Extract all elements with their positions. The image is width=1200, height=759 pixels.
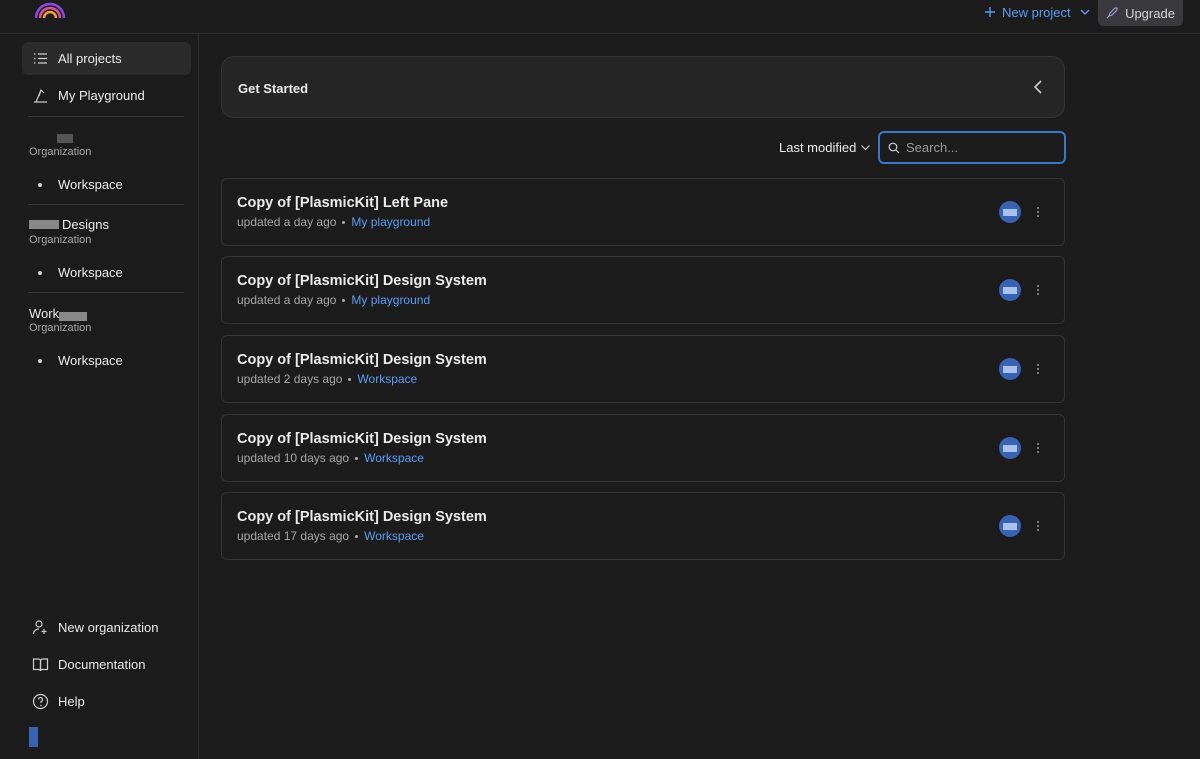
project-meta: updated a day ago My playground xyxy=(237,215,430,229)
avatar xyxy=(999,201,1021,223)
sidebar-item-label: New organization xyxy=(58,620,159,635)
project-meta: updated 2 days ago Workspace xyxy=(237,372,417,386)
avatar xyxy=(999,437,1021,459)
add-user-icon xyxy=(32,620,47,635)
project-meta: updated 17 days ago Workspace xyxy=(237,529,424,543)
org-name[interactable]: Designs xyxy=(29,217,109,232)
get-started-title: Get Started xyxy=(238,81,309,96)
separator-dot xyxy=(342,298,346,302)
list-icon xyxy=(34,53,47,64)
project-card[interactable]: Copy of [PlasmicKit] Design System updat… xyxy=(221,256,1065,324)
more-options-icon[interactable] xyxy=(1034,440,1042,456)
project-name[interactable]: Copy of [PlasmicKit] Left Pane xyxy=(237,195,448,211)
bullet-icon xyxy=(38,358,42,363)
chevron-down-icon xyxy=(861,145,871,151)
redacted-block xyxy=(59,312,88,321)
project-name[interactable]: Copy of [PlasmicKit] Design System xyxy=(237,431,487,447)
new-project-label: New project xyxy=(1002,4,1071,20)
workspace-label: Workspace xyxy=(58,265,123,280)
separator-dot xyxy=(355,534,359,538)
book-icon xyxy=(32,658,49,672)
get-started-panel[interactable]: Get Started xyxy=(221,56,1065,118)
sidebar-item-all-projects[interactable]: All projects xyxy=(22,42,191,75)
avatar xyxy=(999,279,1021,301)
project-meta: updated 10 days ago Workspace xyxy=(237,451,424,465)
project-name[interactable]: Copy of [PlasmicKit] Design System xyxy=(237,509,487,525)
bullet-icon xyxy=(38,182,42,187)
project-card[interactable]: Copy of [PlasmicKit] Design System updat… xyxy=(221,414,1065,482)
project-card[interactable]: Copy of [PlasmicKit] Left Pane updated a… xyxy=(221,178,1065,246)
project-location-link[interactable]: Workspace xyxy=(364,529,424,543)
sort-dropdown[interactable]: Last modified xyxy=(779,140,871,155)
sidebar-item-label: Help xyxy=(58,694,85,709)
new-project-button[interactable]: New project xyxy=(984,3,1091,21)
project-card[interactable]: Copy of [PlasmicKit] Design System updat… xyxy=(221,335,1065,403)
sidebar-divider xyxy=(28,292,184,293)
separator-dot xyxy=(355,456,359,460)
user-avatar[interactable] xyxy=(29,727,38,747)
updated-time: updated 2 days ago xyxy=(237,372,343,386)
org-name[interactable] xyxy=(29,134,73,143)
org-type-label: Organization xyxy=(29,234,92,246)
bullet-icon xyxy=(38,270,42,275)
project-card[interactable]: Copy of [PlasmicKit] Design System updat… xyxy=(221,492,1065,560)
project-location-link[interactable]: My playground xyxy=(351,215,430,229)
redacted-block xyxy=(57,134,73,143)
chevron-down-icon xyxy=(1080,9,1090,15)
more-options-icon[interactable] xyxy=(1034,518,1042,534)
sidebar-item-my-playground[interactable]: My Playground xyxy=(22,79,191,112)
org-type-label: Organization xyxy=(29,146,92,158)
avatar xyxy=(999,515,1021,537)
rocket-icon xyxy=(1106,7,1118,19)
updated-time: updated a day ago xyxy=(237,293,337,307)
project-location-link[interactable]: Workspace xyxy=(357,372,417,386)
search-icon xyxy=(888,142,900,153)
sidebar-item-label: Documentation xyxy=(58,657,146,672)
separator-dot xyxy=(348,377,352,381)
project-name[interactable]: Copy of [PlasmicKit] Design System xyxy=(237,273,487,289)
sort-label: Last modified xyxy=(779,140,857,155)
updated-time: updated a day ago xyxy=(237,215,337,229)
workspace-label: Workspace xyxy=(58,353,123,368)
sidebar-item-help[interactable]: Help xyxy=(22,685,191,718)
top-bar: New project Upgrade xyxy=(0,0,1200,34)
sidebar: All projects My Playground Organization … xyxy=(0,34,199,759)
sidebar-item-workspace[interactable]: Workspace xyxy=(38,353,123,368)
org-type-label: Organization xyxy=(29,322,92,334)
search-input[interactable] xyxy=(906,140,1056,155)
more-options-icon[interactable] xyxy=(1034,361,1042,377)
plus-icon xyxy=(985,7,995,17)
sidebar-item-workspace[interactable]: Workspace xyxy=(38,265,123,280)
sidebar-item-documentation[interactable]: Documentation xyxy=(22,648,191,681)
updated-time: updated 17 days ago xyxy=(237,529,350,543)
sidebar-item-label: My Playground xyxy=(58,88,145,103)
search-box[interactable] xyxy=(878,131,1066,164)
org-name[interactable]: Work xyxy=(29,306,88,321)
chevron-left-icon[interactable] xyxy=(1032,79,1044,95)
more-options-icon[interactable] xyxy=(1034,282,1042,298)
workspace-label: Workspace xyxy=(58,177,123,192)
playground-icon xyxy=(34,88,47,103)
sidebar-item-workspace[interactable]: Workspace xyxy=(38,177,123,192)
upgrade-button[interactable]: Upgrade xyxy=(1098,0,1183,26)
project-meta: updated a day ago My playground xyxy=(237,293,430,307)
sidebar-divider xyxy=(28,116,184,117)
avatar xyxy=(999,358,1021,380)
sidebar-item-label: All projects xyxy=(58,51,122,66)
project-name[interactable]: Copy of [PlasmicKit] Design System xyxy=(237,352,487,368)
redacted-block xyxy=(29,220,59,229)
project-location-link[interactable]: My playground xyxy=(351,293,430,307)
updated-time: updated 10 days ago xyxy=(237,451,350,465)
help-icon xyxy=(32,693,49,710)
upgrade-label: Upgrade xyxy=(1125,5,1175,21)
sidebar-item-new-organization[interactable]: New organization xyxy=(22,611,191,644)
more-options-icon[interactable] xyxy=(1034,204,1042,220)
main-content: Get Started Last modified Copy of [Plasm… xyxy=(200,34,1200,759)
separator-dot xyxy=(342,220,346,224)
project-location-link[interactable]: Workspace xyxy=(364,451,424,465)
plasmic-logo-icon[interactable] xyxy=(34,0,66,20)
sidebar-divider xyxy=(28,204,184,205)
